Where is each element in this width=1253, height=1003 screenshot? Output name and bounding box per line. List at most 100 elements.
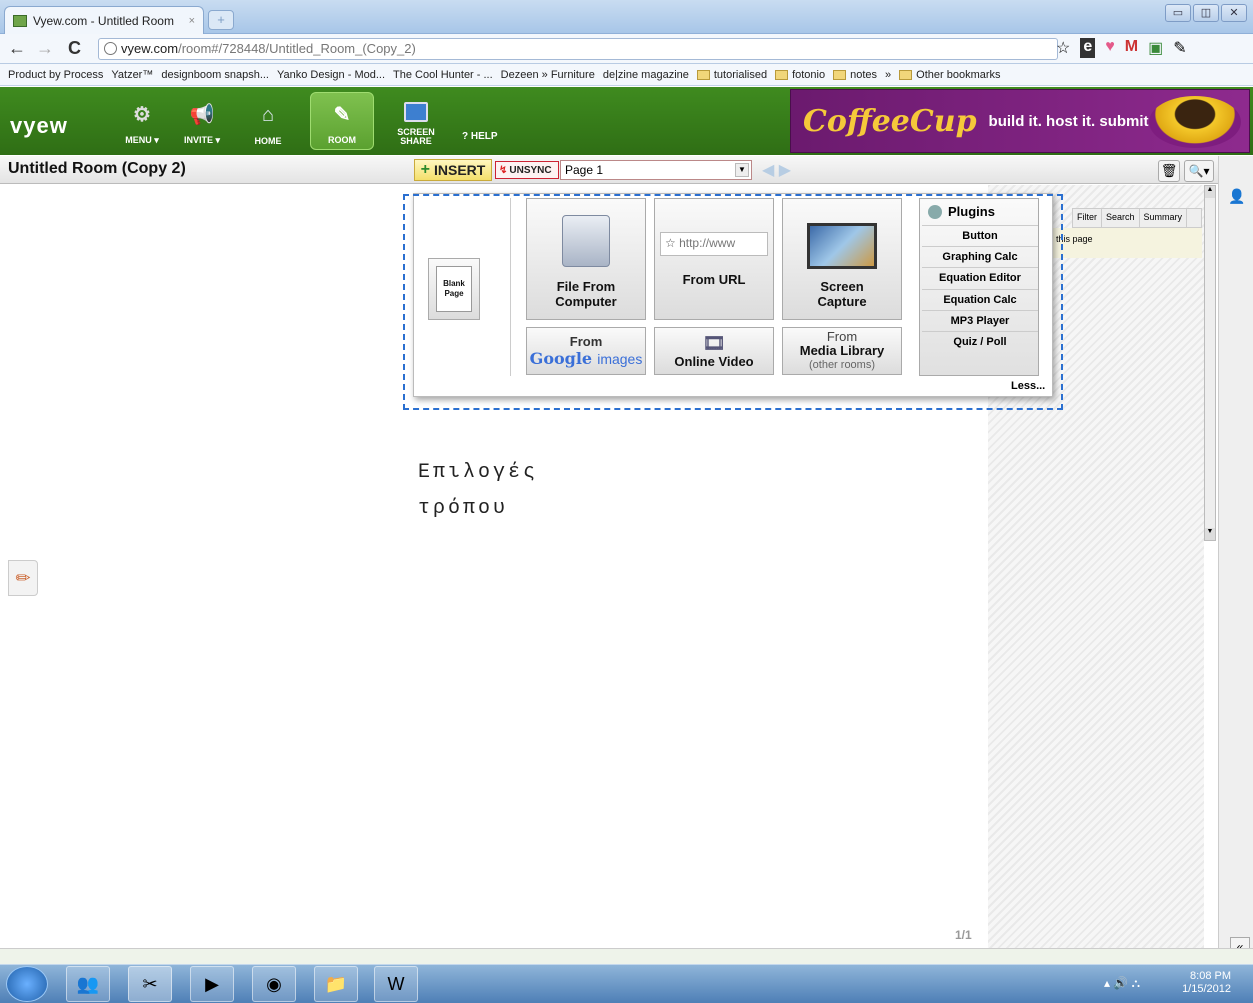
trash-icon[interactable]: 🗑 [1158, 160, 1180, 182]
extension-heart-icon[interactable]: ♥ [1105, 38, 1115, 58]
browser-extension-icons: ☆ e ♥ M ▣ ✎ [1056, 38, 1187, 58]
network-icon[interactable]: ⛬ [1132, 976, 1140, 990]
bookmark-item[interactable]: Yatzer™ [111, 69, 153, 81]
panel-tabs: Filter Search Summary [1072, 208, 1202, 228]
people-icon[interactable]: 👥 [66, 966, 110, 1002]
reload-button[interactable]: C [68, 38, 81, 59]
maximize-button[interactable]: ◫ [1193, 4, 1219, 22]
home-label: HOME [254, 136, 282, 146]
other-bookmarks-folder[interactable]: Other bookmarks [899, 69, 1001, 81]
system-clock[interactable]: 8:08 PM 1/15/2012 [1182, 970, 1231, 996]
pencil-tool-icon[interactable]: ✏ [8, 560, 38, 596]
window-controls: ▭ ◫ ✕ [1165, 4, 1247, 22]
annotation-text: Επιλογές τρόπου [418, 455, 538, 527]
tab-filter[interactable]: Filter [1073, 209, 1102, 227]
plus-icon: + [420, 161, 430, 178]
snipping-tool-icon[interactable]: ✂ [128, 966, 172, 1002]
gmail-icon[interactable]: M [1125, 38, 1138, 58]
bookmark-item[interactable]: Yanko Design - Mod... [277, 69, 385, 81]
tab-close-icon[interactable]: × [189, 15, 195, 27]
prev-page-arrow-icon[interactable]: ◀ [762, 162, 774, 179]
invite-button[interactable]: 📢 INVITE ▾ [170, 92, 234, 150]
menu-button[interactable]: ⚙ MENU ▾ [110, 92, 174, 150]
folder-icon [696, 69, 710, 80]
tab-summary[interactable]: Summary [1140, 209, 1188, 227]
bookmark-folder[interactable]: notes [833, 69, 877, 81]
page-counter: 1/1 [955, 928, 972, 942]
vyew-logo[interactable]: vyew [10, 113, 68, 139]
word-icon[interactable]: W [374, 966, 418, 1002]
back-button[interactable]: ← [8, 38, 26, 59]
page-select-value: Page 1 [565, 163, 604, 177]
panel-scrollbar[interactable]: ▲ ▼ [1204, 185, 1216, 541]
chrome-icon[interactable]: ◉ [252, 966, 296, 1002]
room-label: ROOM [328, 135, 356, 145]
gear-icon: ⚙ [133, 103, 151, 126]
room-title: Untitled Room (Copy 2) [8, 160, 186, 177]
ad-brand: CoffeeCup [803, 103, 977, 139]
right-sidebar [1218, 156, 1253, 948]
minimize-button[interactable]: ▭ [1165, 4, 1191, 22]
new-tab-button[interactable]: + [208, 10, 234, 30]
windows-taskbar [0, 964, 1253, 1003]
bookmark-folder[interactable]: tutorialised [696, 69, 767, 81]
page-nav-arrows: ◀ ▶ [762, 160, 791, 180]
folder-icon [899, 69, 913, 80]
insert-button[interactable]: + INSERT [414, 159, 492, 181]
system-tray-icons: ▴ 🔊 ⛬ [1104, 976, 1140, 991]
vyew-favicon-icon [13, 14, 27, 27]
bookmark-star-icon[interactable]: ☆ [1056, 38, 1070, 58]
address-bar[interactable]: vyew.com/room#/728448/Untitled_Room_(Cop… [98, 38, 1058, 60]
extension-square-icon[interactable]: ▣ [1148, 38, 1163, 58]
browser-tab[interactable]: Vyew.com - Untitled Room × [4, 6, 204, 34]
bookmarks-bar: Product by Process Yatzer™ designboom sn… [0, 64, 1253, 86]
insert-label: INSERT [434, 162, 486, 178]
folder-icon [833, 69, 847, 80]
extension-e-icon[interactable]: e [1080, 38, 1096, 58]
scroll-up-icon[interactable]: ▲ [1205, 186, 1215, 198]
ad-tagline: build it. host it. submit it. [988, 112, 1167, 130]
volume-icon[interactable]: 🔊 [1113, 976, 1128, 990]
home-button[interactable]: ⌂ HOME [236, 92, 300, 150]
zoom-icon[interactable]: 🔍▾ [1184, 160, 1214, 182]
wrench-menu-icon[interactable]: ✎ [1173, 38, 1186, 58]
next-page-arrow-icon[interactable]: ▶ [779, 162, 791, 179]
coffee-cup-image [1149, 96, 1241, 148]
url-path: /room#/728448/Untitled_Room_(Copy_2) [178, 41, 416, 56]
status-strip [0, 948, 1253, 964]
bookmark-item[interactable]: designboom snapsh... [161, 69, 269, 81]
tab-title: Vyew.com - Untitled Room [33, 13, 174, 28]
bookmark-folder[interactable]: fotonio [775, 69, 825, 81]
coffeecup-ad-banner[interactable]: CoffeeCup build it. host it. submit it. [790, 89, 1250, 153]
screen-share-button[interactable]: SCREEN SHARE [388, 92, 444, 150]
tab-search[interactable]: Search [1102, 209, 1140, 227]
bookmark-item[interactable]: de|zine magazine [603, 69, 689, 81]
page-info-icon[interactable] [104, 42, 117, 55]
tray-expand-icon[interactable]: ▴ [1104, 976, 1110, 990]
help-link[interactable]: ? HELP [462, 131, 498, 142]
bookmark-item[interactable]: Dezeen » Furniture [501, 69, 595, 81]
page-select[interactable]: Page 1 ▼ [560, 160, 752, 180]
room-chat-icon: ✎ [333, 103, 351, 126]
clock-date: 1/15/2012 [1182, 983, 1231, 995]
invite-label: INVITE ▾ [183, 135, 221, 145]
close-window-button[interactable]: ✕ [1221, 4, 1247, 22]
bookmark-item[interactable]: The Cool Hunter - ... [393, 69, 493, 81]
megaphone-icon: 📢 [189, 103, 215, 126]
user-icon[interactable]: 👤 [1228, 188, 1245, 205]
clock-time: 8:08 PM [1190, 970, 1231, 982]
bookmarks-overflow-button[interactable]: » [885, 69, 891, 81]
room-button[interactable]: ✎ ROOM [310, 92, 374, 150]
chevron-down-icon[interactable]: ▼ [735, 163, 749, 177]
forward-button[interactable]: → [36, 38, 54, 59]
home-icon: ⌂ [261, 103, 275, 126]
unsync-button[interactable]: ↯ UNSYNC [495, 161, 559, 179]
media-player-icon[interactable]: ▶ [190, 966, 234, 1002]
annotation-line-2: τρόπου [418, 497, 509, 520]
file-explorer-icon[interactable]: 📁 [314, 966, 358, 1002]
bookmark-item[interactable]: Product by Process [8, 69, 103, 81]
unsync-label: UNSYNC [509, 164, 552, 176]
annotation-line-1: Επιλογές [418, 461, 539, 484]
start-button[interactable] [6, 966, 48, 1002]
scroll-down-icon[interactable]: ▼ [1205, 528, 1215, 540]
